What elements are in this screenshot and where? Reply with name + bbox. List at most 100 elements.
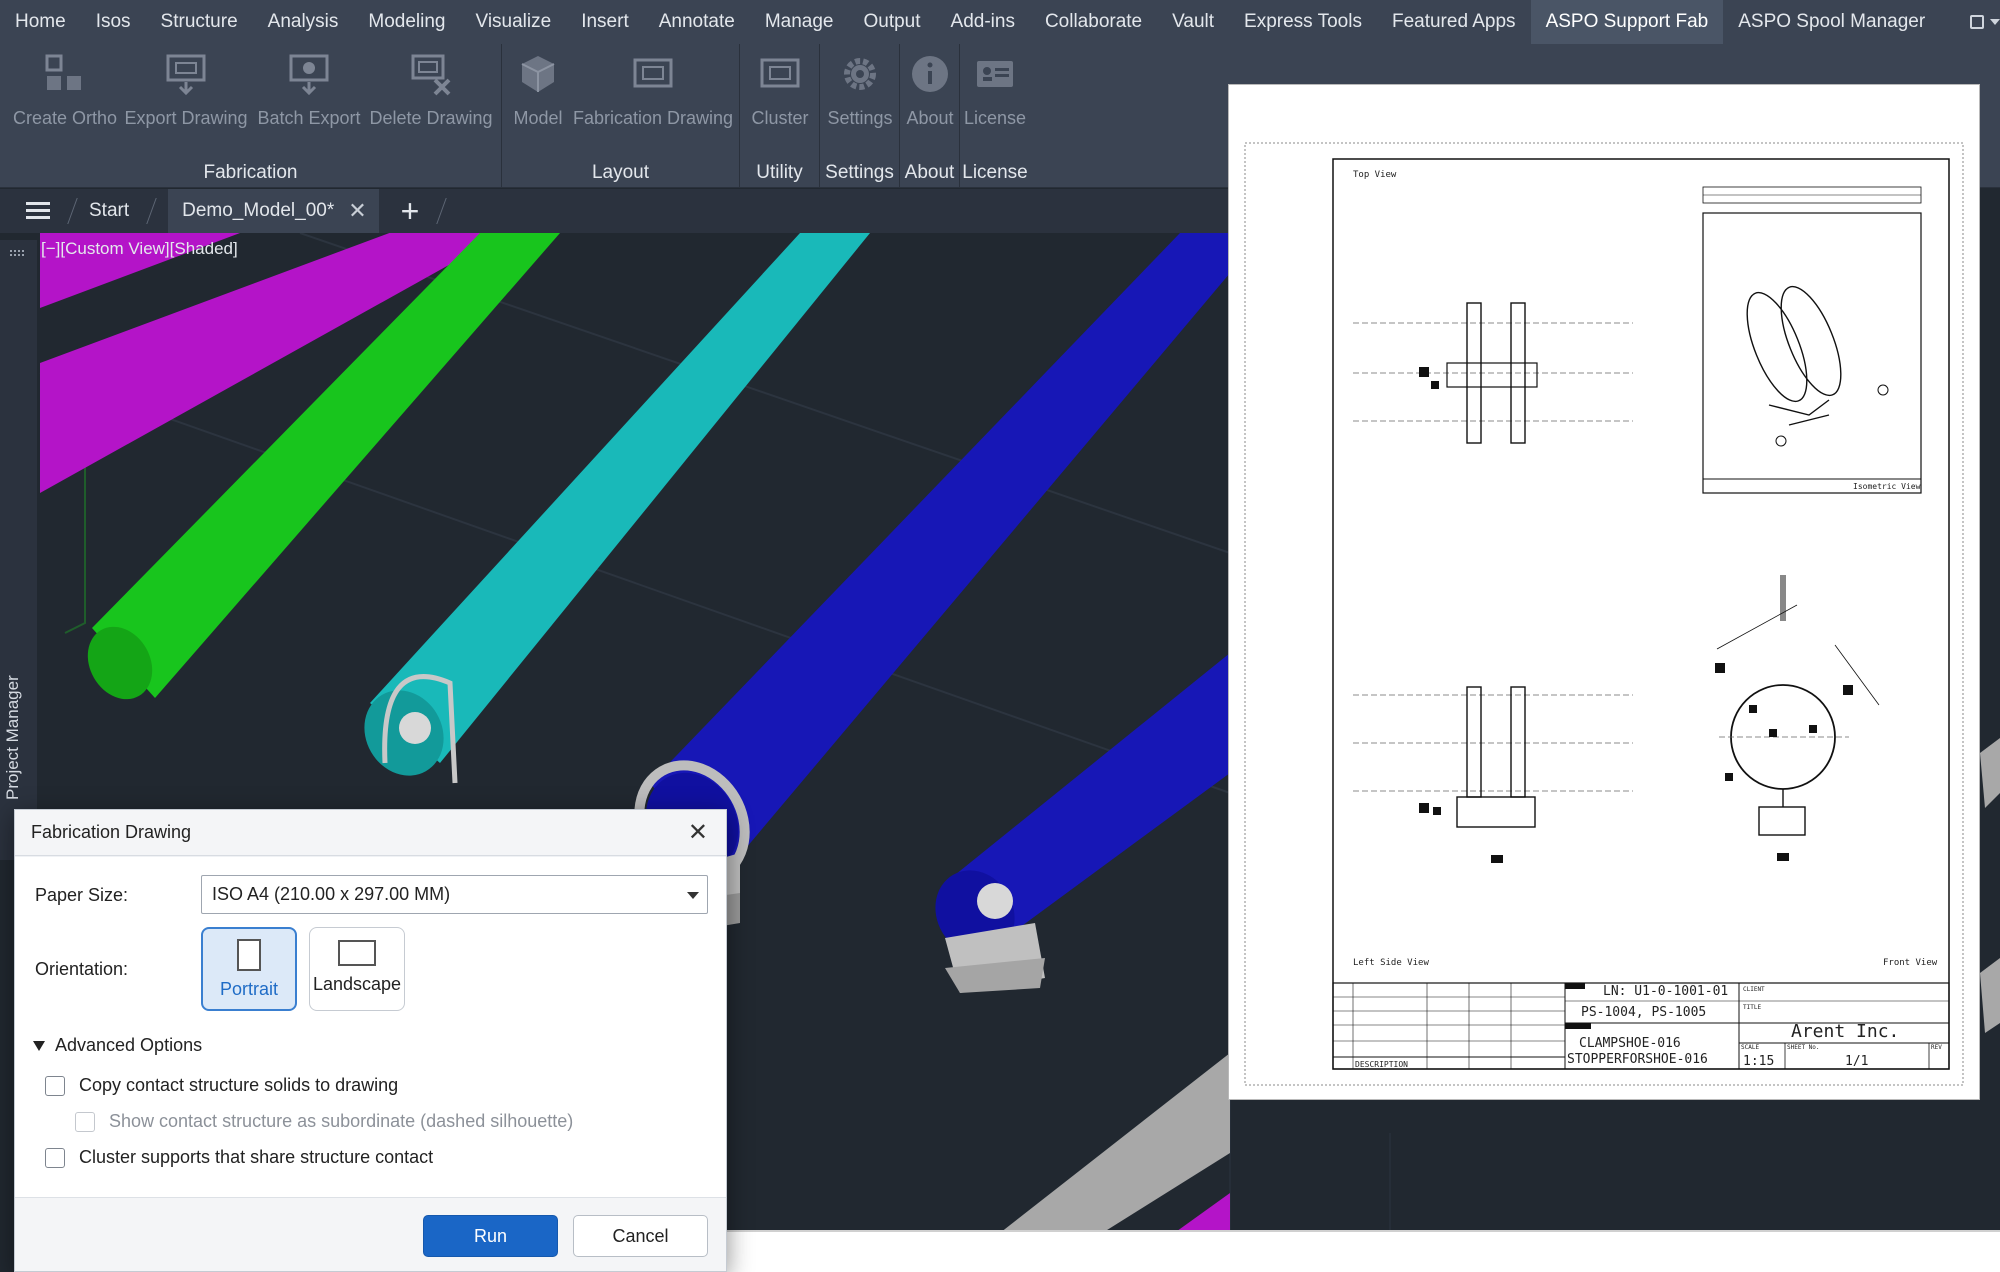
fabrication-drawing-dialog: Fabrication Drawing ✕ Paper Size: ISO A4… [14,809,727,1272]
delete-drawing-button[interactable]: Delete Drawing [366,52,496,129]
export-drawing-button[interactable]: Export Drawing [124,52,248,129]
tab-demo-model[interactable]: Demo_Model_00* ✕ [168,189,379,233]
model-label: Model [513,108,563,128]
run-button[interactable]: Run [423,1215,558,1257]
tb-rev-label: REV [1931,1044,1942,1051]
menu-manage[interactable]: Manage [750,0,849,44]
advanced-options-label: Advanced Options [55,1035,203,1055]
menu-insert[interactable]: Insert [566,0,644,44]
menu-annotate[interactable]: Annotate [644,0,750,44]
tab-divider [436,198,448,224]
menu-analysis[interactable]: Analysis [253,0,354,44]
option-copy-contact-solids[interactable]: Copy contact structure solids to drawing [45,1075,398,1096]
settings-button[interactable]: Settings [822,52,898,129]
delete-drawing-icon [409,52,453,96]
tb-part-1: CLAMPSHOE-016 [1579,1036,1681,1051]
option-subordinate-dashed: Show contact structure as subordinate (d… [75,1111,573,1132]
menu-express-tools[interactable]: Express Tools [1229,0,1377,44]
new-tab-plus-icon[interactable]: + [401,191,420,231]
landscape-page-icon [338,940,376,966]
project-manager-strip[interactable]: Project Manager [0,240,37,860]
project-manager-label: Project Manager [3,675,22,800]
batch-export-button[interactable]: Batch Export [254,52,364,129]
cluster-label: Cluster [751,108,809,128]
paper-size-select[interactable]: ISO A4 (210.00 x 297.00 MM) [201,875,708,914]
model-button[interactable]: Model [508,52,568,129]
license-label: License [963,108,1027,128]
menu-vault[interactable]: Vault [1157,0,1229,44]
cancel-button[interactable]: Cancel [573,1215,708,1257]
panel-title-layout: Layout [591,162,650,183]
about-label: About [906,108,954,128]
tab-demo-model-label: Demo_Model_00* [182,200,335,221]
portrait-page-icon [237,939,261,971]
triangle-down-icon [33,1040,45,1051]
orientation-landscape-label: Landscape [312,974,402,994]
menu-output[interactable]: Output [848,0,935,44]
menu-isos[interactable]: Isos [81,0,146,44]
option-cluster-supports[interactable]: Cluster supports that share structure co… [45,1147,433,1168]
checkbox[interactable] [45,1075,65,1096]
cluster-button[interactable]: Cluster [744,52,816,129]
checkbox [75,1111,95,1132]
hamburger-menu-icon[interactable] [26,202,50,220]
checkbox[interactable] [45,1147,65,1168]
settings-label: Settings [827,108,893,128]
menu-collaborate[interactable]: Collaborate [1030,0,1157,44]
panel-title-utility: Utility [756,162,803,183]
fabrication-drawing-label: Fabrication Drawing [572,108,734,128]
create-ortho-label: Create Ortho [12,108,118,128]
menu-modeling[interactable]: Modeling [353,0,460,44]
chevron-down-icon [687,892,699,899]
close-icon[interactable]: ✕ [348,189,366,233]
close-icon[interactable]: ✕ [688,820,708,845]
menu-featured-apps[interactable]: Featured Apps [1377,0,1531,44]
menu-bar: Home Isos Structure Analysis Modeling Vi… [0,0,2000,44]
delete-drawing-label: Delete Drawing [369,108,493,128]
document-tab-bar: Start Demo_Model_00* ✕ + [0,189,1230,233]
iso-view-label: Isometric View [1853,482,1921,491]
menu-add-ins[interactable]: Add-ins [936,0,1030,44]
tb-company: Arent Inc. [1791,1021,1899,1042]
top-view-label: Top View [1353,170,1397,180]
orientation-landscape-button[interactable]: Landscape [309,927,405,1011]
tb-scale-label: SCALE [1741,1044,1759,1051]
cluster-icon [758,52,802,96]
left-view-label: Left Side View [1353,958,1429,968]
tab-divider [146,198,157,224]
orientation-portrait-button[interactable]: Portrait [201,927,297,1011]
export-drawing-label: Export Drawing [124,108,248,128]
tb-client-label: CLIENT [1743,986,1765,993]
option-label: Copy contact structure solids to drawing [79,1075,399,1095]
option-label: Show contact structure as subordinate (d… [109,1111,574,1131]
status-strip [725,1230,2000,1272]
panel-layout: Model Fabrication Drawing Layout [502,44,740,188]
menu-home[interactable]: Home [0,0,81,44]
create-ortho-button[interactable]: Create Ortho [10,52,120,129]
panel-utility: Cluster Utility [740,44,820,188]
view-controls-label[interactable]: [−][Custom View][Shaded] [41,239,238,259]
panel-about: About About [900,44,960,188]
menu-aspo-spool-manager[interactable]: ASPO Spool Manager [1723,0,1940,44]
dialog-header[interactable]: Fabrication Drawing ✕ [15,810,726,856]
front-view-label: Front View [1883,958,1938,968]
menu-aspo-support-fab[interactable]: ASPO Support Fab [1530,0,1724,44]
tab-start[interactable]: Start [89,200,129,222]
workspace-switch-icon[interactable] [1970,15,1984,29]
export-drawing-icon [164,52,208,96]
panel-license: License License [960,44,1030,188]
panel-settings: Settings Settings [820,44,900,188]
panel-title-settings: Settings [825,162,894,183]
license-button[interactable]: License [962,52,1028,129]
advanced-options-toggle[interactable]: Advanced Options [33,1035,202,1056]
orientation-portrait-label: Portrait [219,979,279,999]
gear-icon [838,52,882,96]
tb-part-2: STOPPERFORSHOE-016 [1567,1052,1708,1067]
panel-fabrication: Create Ortho Export Drawing Batch Export… [0,44,502,188]
grip-handle-icon[interactable] [10,250,24,256]
menu-visualize[interactable]: Visualize [461,0,567,44]
menu-structure[interactable]: Structure [146,0,253,44]
fabrication-drawing-button[interactable]: Fabrication Drawing [570,52,736,129]
chevron-down-icon[interactable] [1990,19,2000,25]
about-button[interactable]: About [902,52,958,129]
